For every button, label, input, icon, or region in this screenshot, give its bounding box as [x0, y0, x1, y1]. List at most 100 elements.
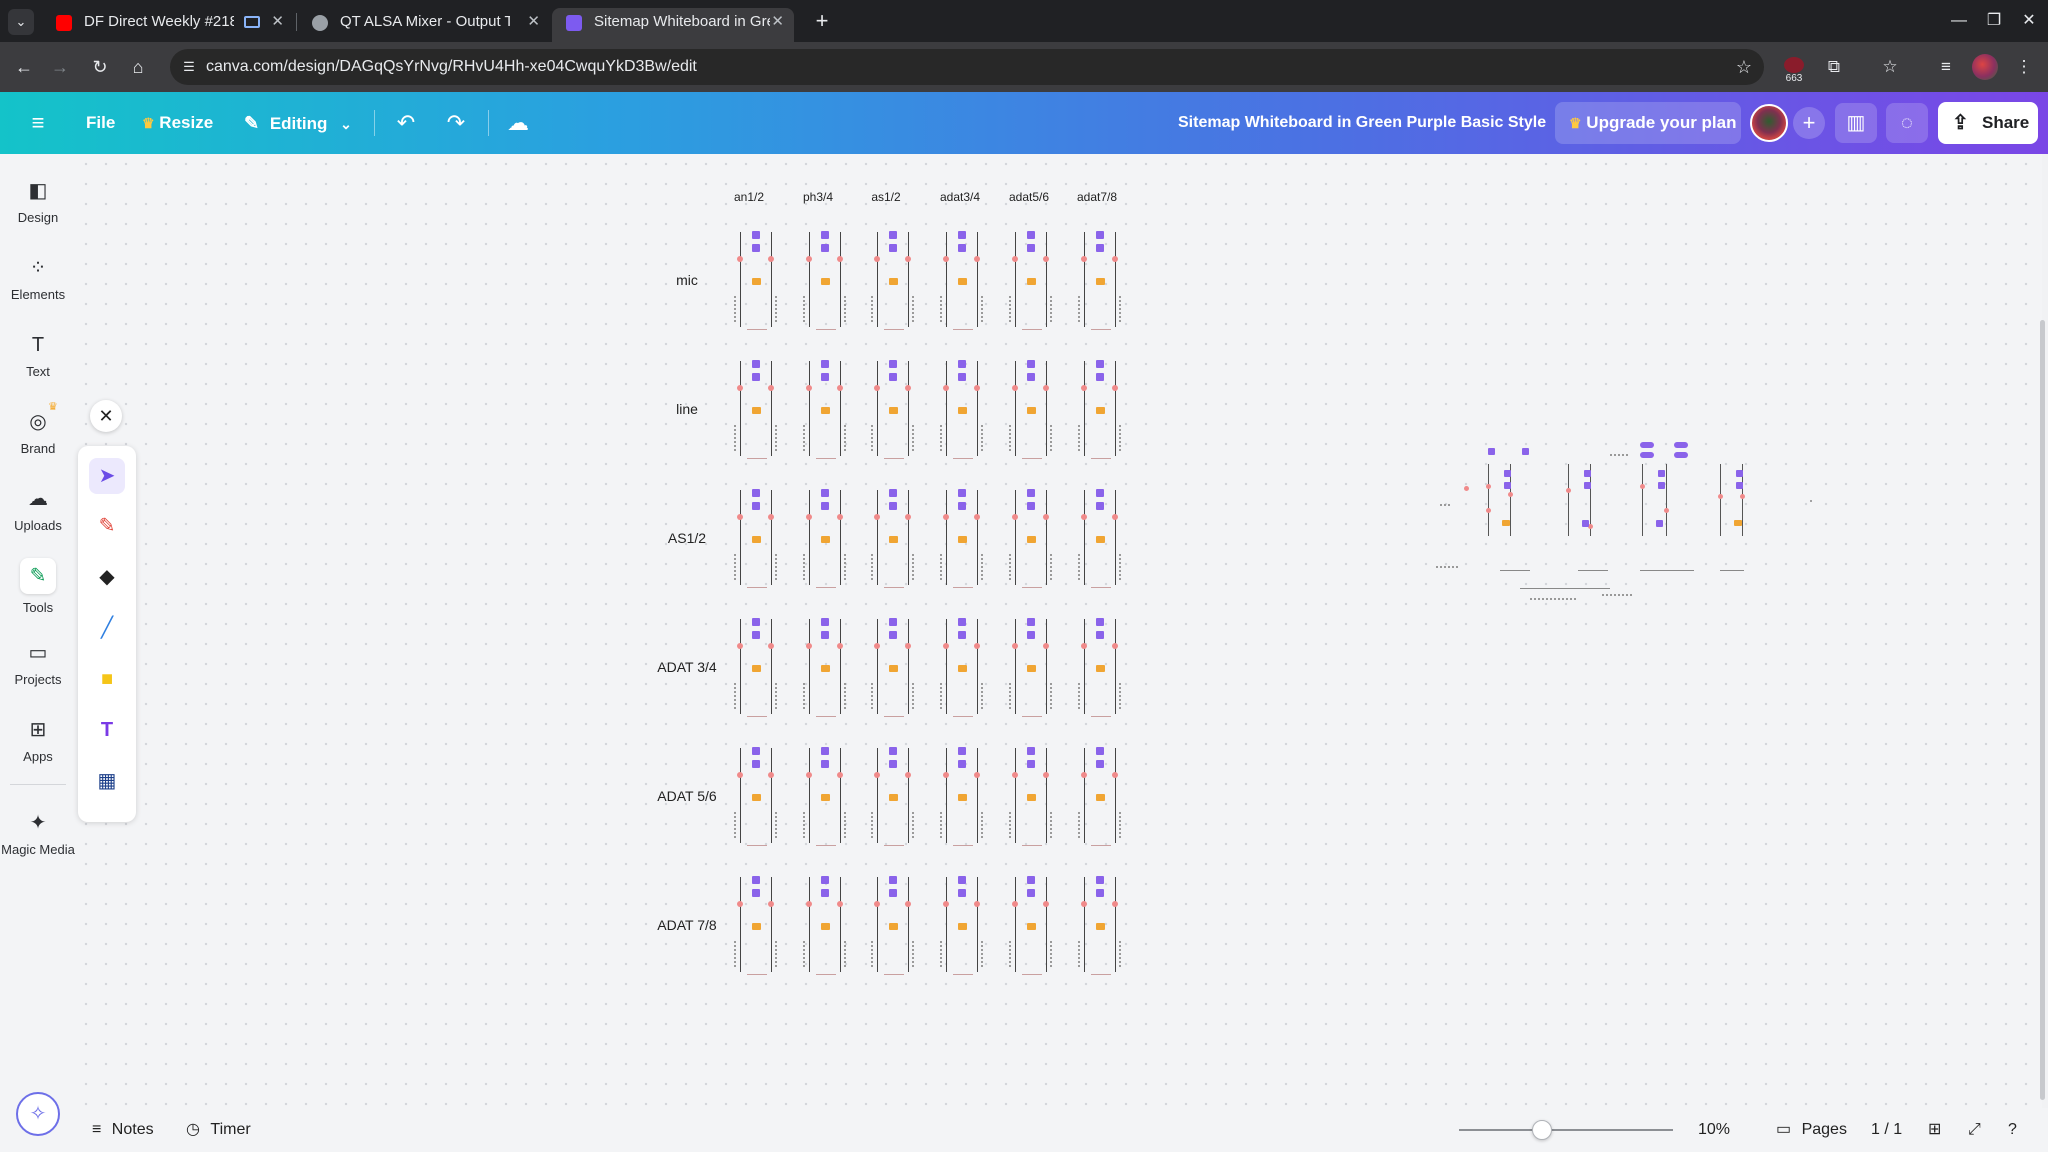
diagram-node[interactable]	[1488, 448, 1495, 455]
resize-button[interactable]: ♛ Resize	[142, 92, 213, 154]
cell-node-orange[interactable]	[958, 407, 967, 414]
cell-node[interactable]	[821, 760, 829, 768]
diagram-node[interactable]	[1584, 482, 1591, 489]
column-header[interactable]: adat5/6	[999, 190, 1059, 204]
row-header[interactable]: ADAT 5/6	[642, 788, 732, 804]
minimize-window-button[interactable]: —	[1944, 8, 1974, 34]
comments-icon[interactable]: ◌	[1886, 103, 1928, 143]
close-tab-icon[interactable]: ✕	[527, 8, 540, 36]
cell-node[interactable]	[752, 360, 760, 368]
cell-node[interactable]	[821, 876, 829, 884]
cell-node[interactable]	[821, 502, 829, 510]
profile-avatar[interactable]	[1972, 54, 1998, 80]
cell-node-orange[interactable]	[889, 923, 898, 930]
cell-node[interactable]	[889, 876, 897, 884]
row-header[interactable]: ADAT 3/4	[642, 659, 732, 675]
routing-cell[interactable]	[733, 355, 781, 465]
column-header[interactable]: as1/2	[856, 190, 916, 204]
cell-node[interactable]	[1096, 502, 1104, 510]
routing-cell[interactable]	[1008, 484, 1056, 594]
routing-cell[interactable]	[939, 613, 987, 723]
sidebar-item-elements[interactable]: ⁘ Elements	[0, 255, 76, 302]
cell-node[interactable]	[1096, 876, 1104, 884]
cell-node-orange[interactable]	[889, 665, 898, 672]
cell-node[interactable]	[821, 631, 829, 639]
cell-node[interactable]	[889, 747, 897, 755]
cell-node-orange[interactable]	[958, 536, 967, 543]
cell-node[interactable]	[752, 631, 760, 639]
cell-node[interactable]	[752, 231, 760, 239]
line-tool-icon[interactable]: ╱	[89, 610, 125, 646]
insights-chart-icon[interactable]: ▥	[1835, 103, 1877, 143]
home-button[interactable]: ⌂	[124, 53, 152, 81]
cell-node[interactable]	[1027, 889, 1035, 897]
routing-cell[interactable]	[1077, 355, 1125, 465]
routing-cell[interactable]	[802, 871, 850, 981]
cell-node[interactable]	[958, 876, 966, 884]
cell-node[interactable]	[821, 747, 829, 755]
cell-node[interactable]	[821, 618, 829, 626]
bookmark-star-icon[interactable]: ☆	[1736, 49, 1752, 85]
cell-node-orange[interactable]	[1027, 794, 1036, 801]
cell-node-orange[interactable]	[752, 536, 761, 543]
cell-node[interactable]	[752, 889, 760, 897]
cell-node[interactable]	[1027, 631, 1035, 639]
routing-cell[interactable]	[1008, 613, 1056, 723]
cell-node[interactable]	[752, 618, 760, 626]
extensions-puzzle-icon[interactable]: ⧉	[1820, 54, 1848, 80]
grid-view-icon[interactable]: ⊞	[1928, 1108, 1941, 1152]
cell-node-orange[interactable]	[889, 536, 898, 543]
column-header[interactable]: an1/2	[719, 190, 779, 204]
url-text[interactable]: canva.com/design/DAGqQsYrNvg/RHvU4Hh-xe0…	[206, 49, 697, 85]
close-window-button[interactable]: ✕	[2014, 8, 2044, 34]
cell-node[interactable]	[1096, 631, 1104, 639]
media-controls-icon[interactable]: ≡	[1932, 54, 1960, 80]
cell-node[interactable]	[889, 760, 897, 768]
cell-node[interactable]	[752, 244, 760, 252]
cell-node[interactable]	[752, 876, 760, 884]
cell-node[interactable]	[958, 889, 966, 897]
routing-cell[interactable]	[1077, 871, 1125, 981]
row-header[interactable]: line	[642, 401, 732, 417]
routing-cell[interactable]	[939, 226, 987, 336]
cell-node[interactable]	[958, 747, 966, 755]
cell-node[interactable]	[1096, 618, 1104, 626]
cell-node[interactable]	[958, 631, 966, 639]
cell-node-orange[interactable]	[958, 923, 967, 930]
cell-node-orange[interactable]	[752, 278, 761, 285]
cell-node[interactable]	[752, 747, 760, 755]
row-header[interactable]: mic	[642, 272, 732, 288]
shapes-tool-icon[interactable]: ◆	[89, 559, 125, 595]
pages-button[interactable]: ▭ Pages	[1776, 1108, 1847, 1152]
cell-node[interactable]	[1027, 502, 1035, 510]
cell-node[interactable]	[889, 502, 897, 510]
cell-node[interactable]	[958, 502, 966, 510]
cell-node[interactable]	[889, 360, 897, 368]
cell-node[interactable]	[1027, 231, 1035, 239]
help-icon[interactable]: ?	[2008, 1108, 2017, 1152]
cell-node[interactable]	[958, 244, 966, 252]
user-avatar[interactable]	[1750, 104, 1788, 142]
cell-node[interactable]	[1096, 360, 1104, 368]
cell-node[interactable]	[821, 889, 829, 897]
cell-node-orange[interactable]	[889, 278, 898, 285]
forward-button[interactable]: →	[46, 53, 74, 81]
routing-cell[interactable]	[1008, 742, 1056, 852]
sidebar-item-projects[interactable]: ▭ Projects	[0, 640, 76, 687]
routing-cell[interactable]	[1077, 613, 1125, 723]
sidebar-item-brand[interactable]: ◎ Brand	[0, 409, 76, 456]
main-menu-icon[interactable]: ≡	[24, 109, 52, 137]
cell-node-orange[interactable]	[821, 794, 830, 801]
cell-node[interactable]	[1096, 231, 1104, 239]
browser-tab-df-direct[interactable]: DF Direct Weekly #218: ✕	[42, 8, 294, 42]
diagram-node[interactable]	[1674, 452, 1688, 458]
redo-icon[interactable]: ↷	[442, 109, 470, 137]
column-header[interactable]: ph3/4	[788, 190, 848, 204]
diagram-node[interactable]	[1640, 452, 1654, 458]
routing-cell[interactable]	[1008, 355, 1056, 465]
cell-node[interactable]	[752, 502, 760, 510]
cell-node[interactable]	[958, 760, 966, 768]
select-tool-icon[interactable]: ➤	[89, 458, 125, 494]
sidebar-item-text[interactable]: T Text	[0, 332, 76, 379]
routing-cell[interactable]	[1077, 226, 1125, 336]
